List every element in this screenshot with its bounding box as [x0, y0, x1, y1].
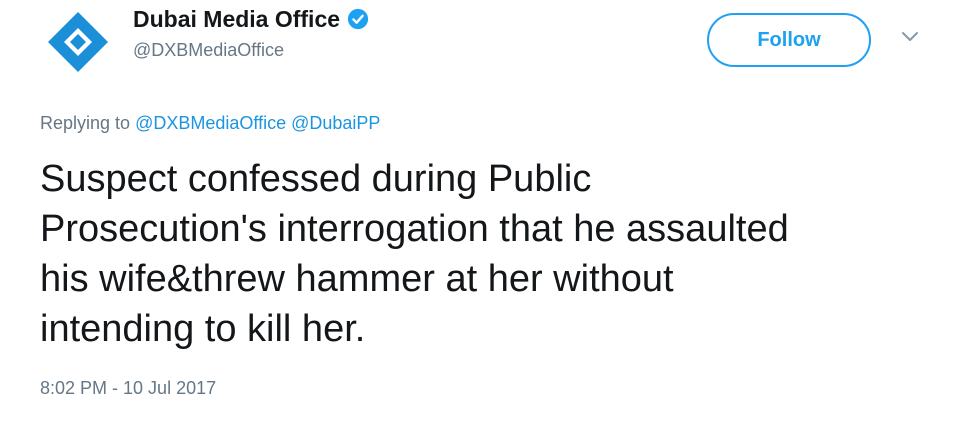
verified-badge-icon	[347, 8, 369, 30]
tweet-text: Suspect confessed during Public Prosecut…	[40, 154, 940, 354]
tweet-timestamp[interactable]: 8:02 PM - 10 Jul 2017	[40, 378, 216, 399]
mention-link-dxbmediaoffice[interactable]: @DXBMediaOffice	[135, 113, 286, 133]
diamond-logo-icon[interactable]	[46, 10, 110, 74]
follow-button[interactable]: Follow	[707, 13, 871, 67]
tweet-text-line: intending to kill her.	[40, 308, 366, 350]
author-handle[interactable]: @DXBMediaOffice	[133, 40, 284, 61]
replying-to-label: Replying to	[40, 113, 131, 133]
chevron-down-icon[interactable]	[901, 31, 919, 43]
tweet-text-line: Prosecution's interrogation that he assa…	[40, 208, 789, 250]
replying-to: Replying to @DXBMediaOffice @DubaiPP	[40, 113, 380, 134]
mention-link-dubaipp[interactable]: @DubaiPP	[291, 113, 380, 133]
tweet-card: Dubai Media Office @DXBMediaOffice Follo…	[0, 0, 976, 423]
tweet-text-line: his wife&threw hammer at her without	[40, 258, 674, 300]
tweet-text-line: Suspect confessed during Public	[40, 158, 592, 200]
author-name-row: Dubai Media Office	[133, 4, 369, 34]
author-display-name[interactable]: Dubai Media Office	[133, 6, 340, 33]
